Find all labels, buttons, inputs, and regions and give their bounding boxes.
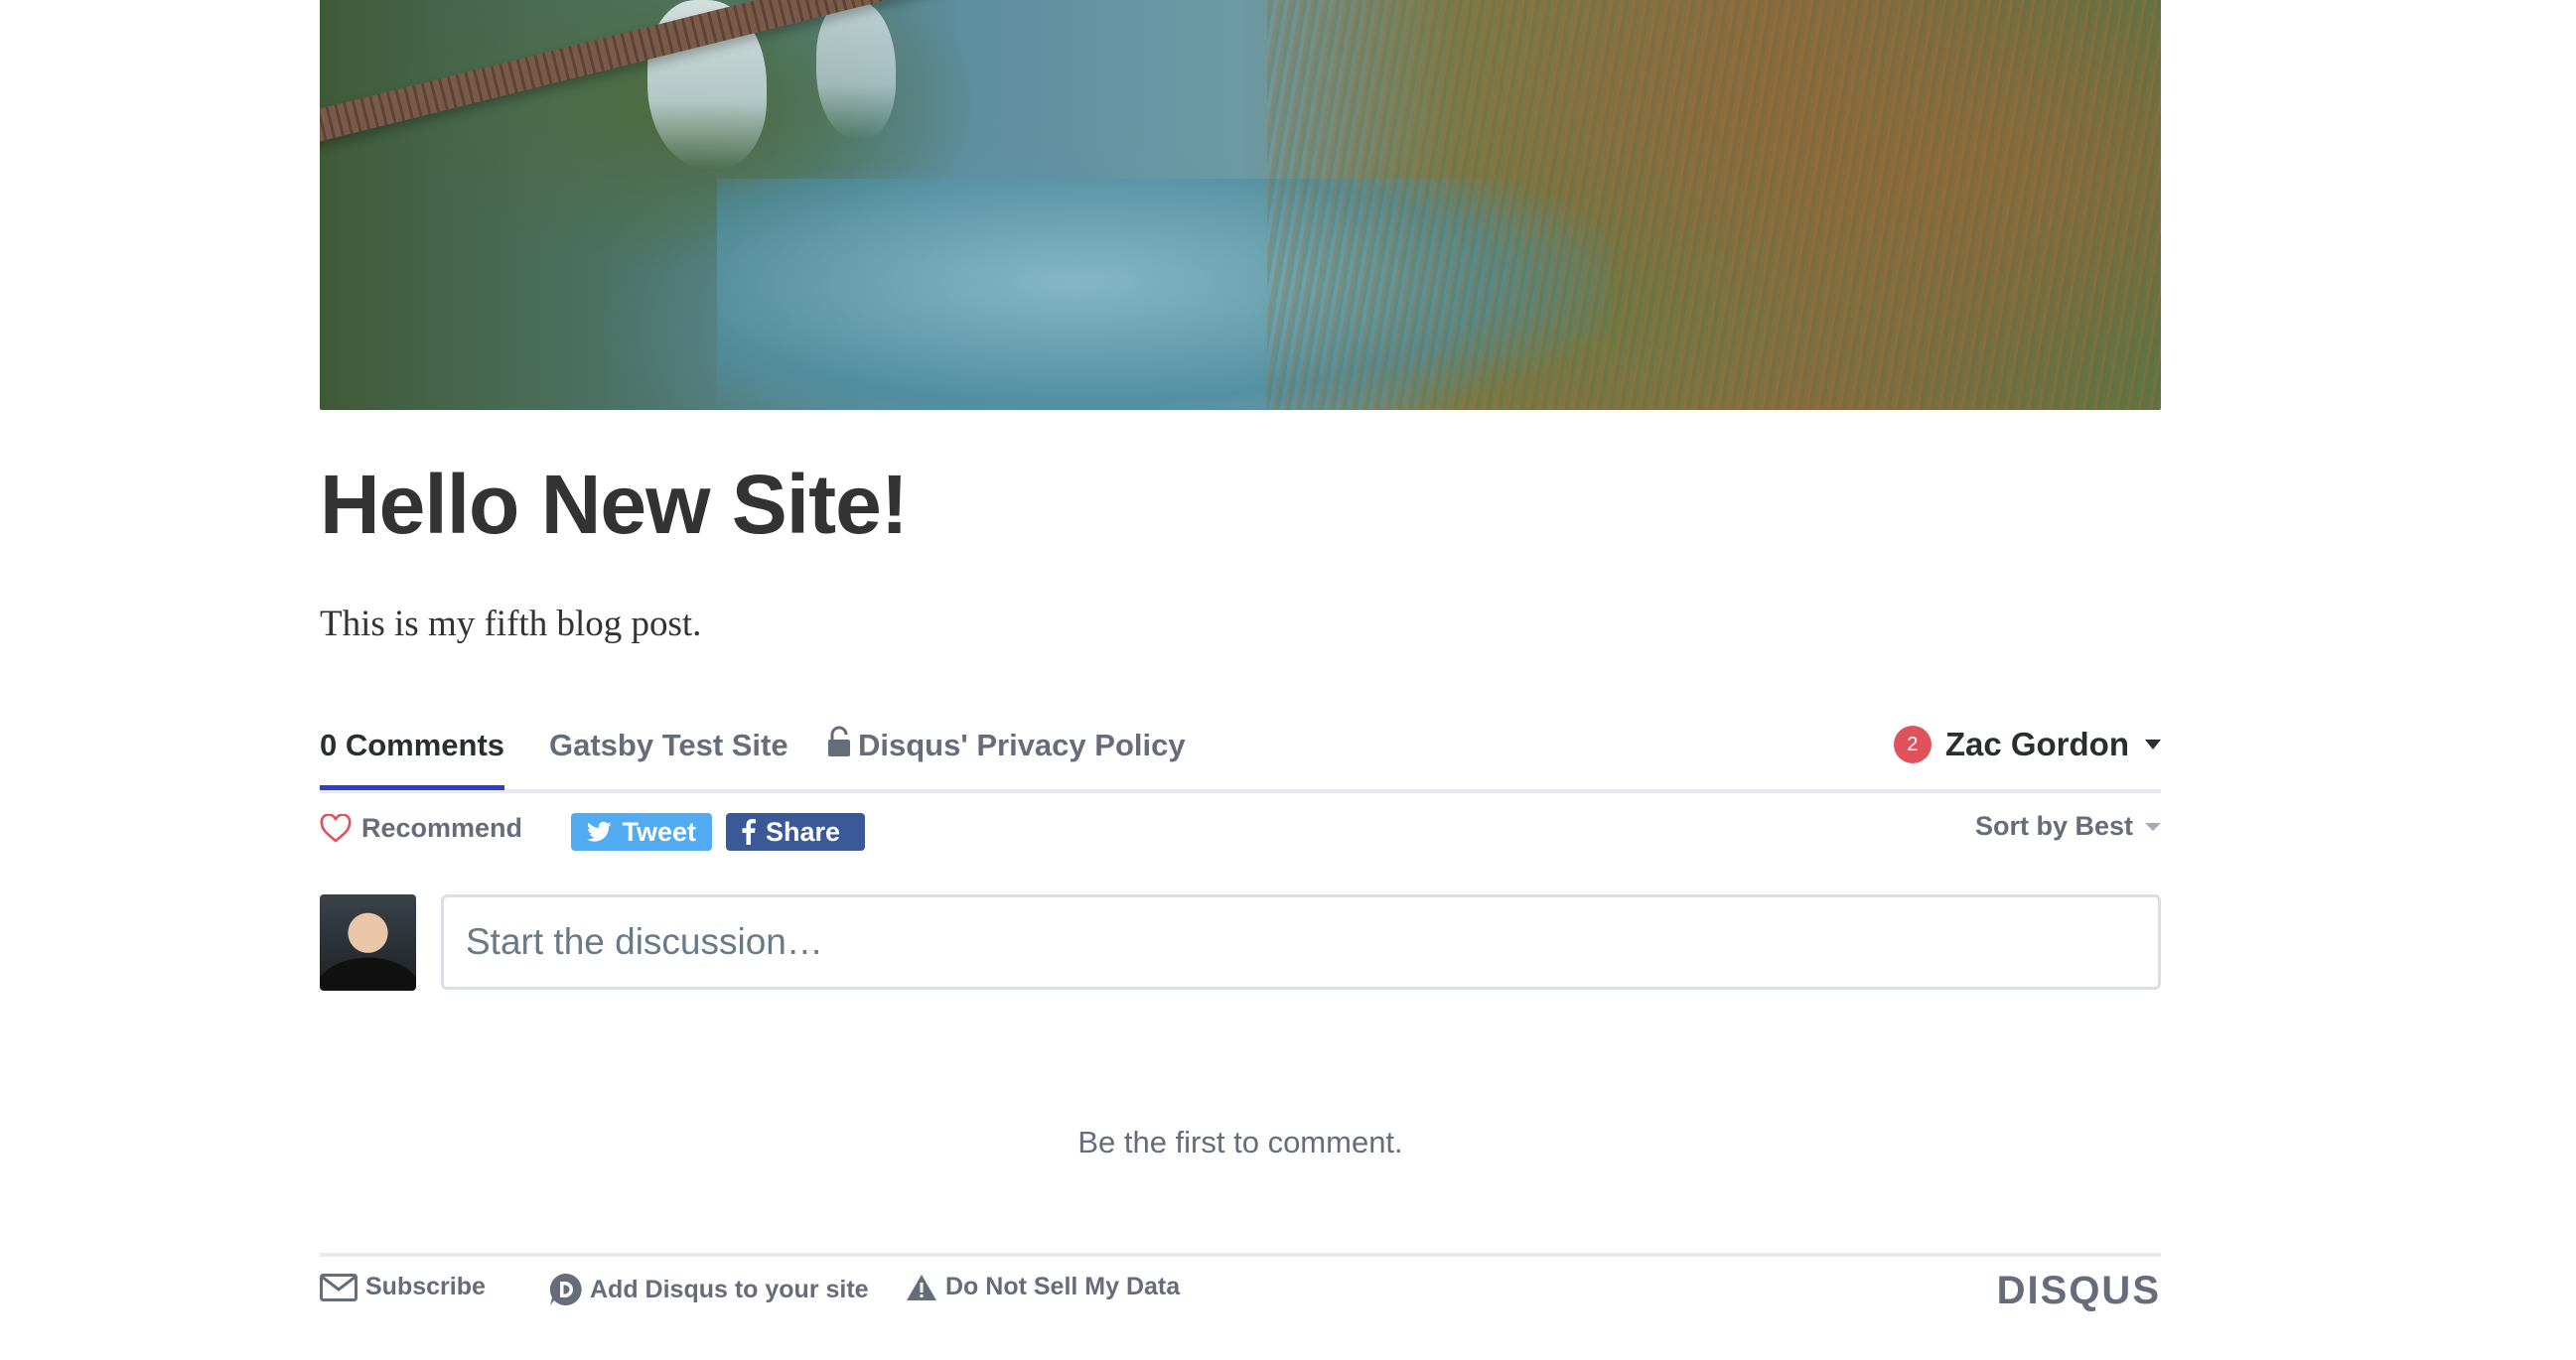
notification-badge[interactable]: 2 [1893,726,1932,763]
caret-down-icon [2145,740,2161,749]
empty-comments-message: Be the first to comment. [1077,1125,1403,1159]
hero-waterfall-secondary [816,0,896,139]
disqus-logo[interactable]: DISQUS [1997,1269,2161,1313]
subscribe-link[interactable]: Subscribe [320,1273,486,1301]
do-not-sell-label: Do Not Sell My Data [945,1273,1181,1300]
page-title: Hello New Site! [320,458,909,551]
tab-comments[interactable]: 0 Comments [320,728,505,790]
disqus-actions: Recommend Tweet Share Sort by Best [320,809,2161,855]
facebook-icon [742,819,756,845]
heart-icon [320,813,352,843]
tab-community[interactable]: Gatsby Test Site [549,728,788,763]
tab-privacy-policy[interactable]: Disqus' Privacy Policy [826,726,1186,763]
tweet-button[interactable]: Tweet [571,813,712,851]
disqus-d-icon [549,1273,582,1305]
envelope-icon [320,1273,358,1301]
avatar[interactable] [320,894,416,991]
sort-label: Sort by Best [1974,811,2133,841]
disqus-nav: 0 Comments Gatsby Test Site Disqus' Priv… [320,710,2161,793]
do-not-sell-link[interactable]: Do Not Sell My Data [906,1273,1180,1301]
recommend-button[interactable]: Recommend [320,813,522,844]
disqus-footer: Subscribe Add Disqus to your site Do Not… [320,1253,2161,1316]
add-disqus-link[interactable]: Add Disqus to your site [548,1273,869,1306]
share-label: Share [766,816,841,847]
sort-dropdown[interactable]: Sort by Best [1975,811,2161,842]
post-body: This is my fifth blog post. [320,604,702,644]
twitter-icon [587,821,612,842]
subscribe-label: Subscribe [365,1273,486,1300]
lock-icon [828,726,850,756]
hero-reeds [1267,0,2161,410]
tab-privacy-label: Disqus' Privacy Policy [858,728,1186,762]
user-menu[interactable]: 2 Zac Gordon [1893,726,2161,763]
warning-icon [907,1274,936,1300]
facebook-share-button[interactable]: Share [726,813,865,851]
add-disqus-label: Add Disqus to your site [590,1275,869,1303]
user-name: Zac Gordon [1944,726,2129,762]
hero-image [320,0,2161,410]
comment-input[interactable] [441,894,2161,990]
tab-comments-label: 0 Comments [320,728,505,762]
tweet-label: Tweet [622,816,696,847]
tab-community-label: Gatsby Test Site [549,728,788,762]
recommend-label: Recommend [361,813,523,843]
chevron-down-icon [2145,822,2161,831]
